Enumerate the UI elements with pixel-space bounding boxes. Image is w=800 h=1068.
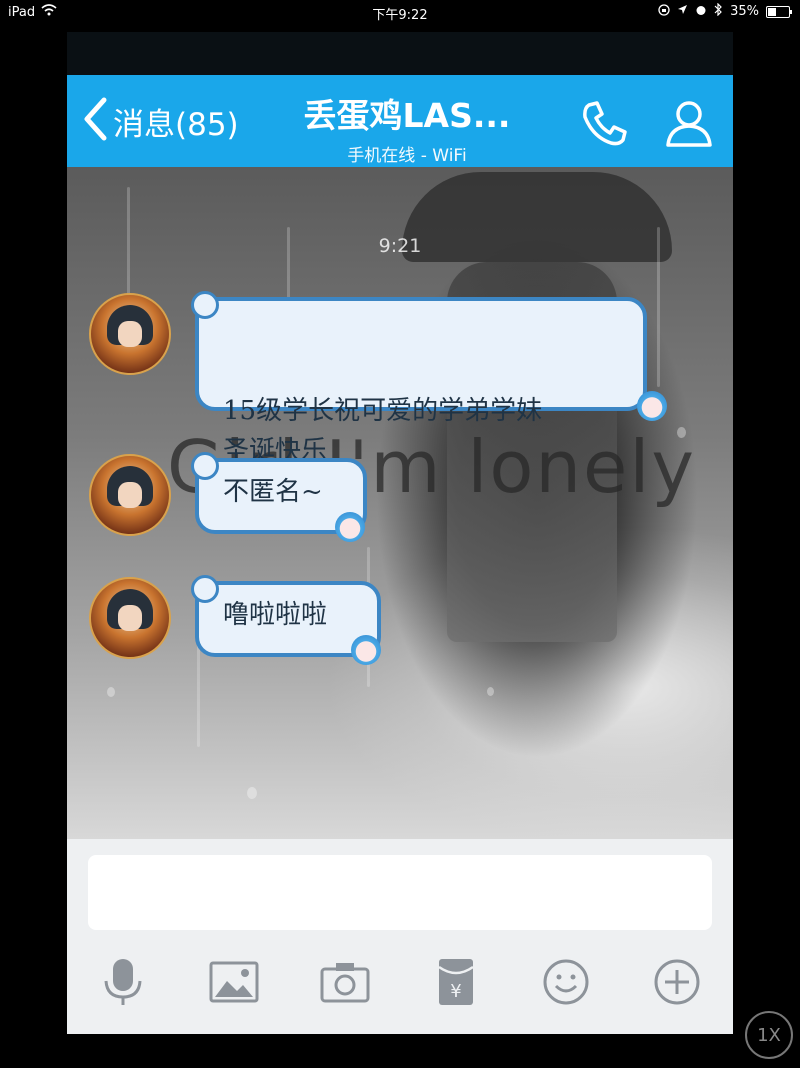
location-icon [677,4,688,19]
composer: ¥ [67,839,733,1034]
emoji-icon[interactable] [538,954,594,1010]
svg-text:¥: ¥ [450,981,461,1002]
rain-drop [247,787,257,799]
message-text: 噜啦啦啦 [223,600,328,630]
rain-streak [197,637,200,747]
chat-app: 消息(85) 丢蛋鸡LAS... 手机在线 - WiFi Girl I'm lo… [67,32,733,1034]
avatar[interactable] [89,454,171,536]
message-bubble[interactable]: 15级学长祝可爱的学弟学妹 圣诞快乐 [191,291,647,466]
avatar[interactable] [89,293,171,375]
contact-status: 手机在线 - WiFi [347,146,467,166]
status-bar: iPad 下午9:22 35% [0,0,800,24]
chevron-left-icon [83,97,107,145]
back-button[interactable]: 消息(85) [83,97,239,145]
message-input[interactable] [88,855,712,930]
phone-icon[interactable] [579,97,631,149]
bluetooth-icon [714,2,723,20]
image-icon[interactable] [206,954,262,1010]
bubble-sticker-icon [335,512,365,542]
contact-name: 丢蛋鸡LAS... [303,96,511,135]
battery-percent: 35% [730,4,759,19]
nav-bar: 消息(85) 丢蛋鸡LAS... 手机在线 - WiFi [67,75,733,167]
red-packet-icon[interactable]: ¥ [428,954,484,1010]
chat-area[interactable]: Girl I'm lonely 9:21 15级学长祝可爱的学弟学妹 圣诞快乐 … [67,167,733,839]
alarm-icon [695,4,707,20]
bubble-sticker-icon [637,391,667,421]
bubble-sticker-icon [351,635,381,665]
battery-icon [766,5,792,18]
camera-icon[interactable] [317,954,373,1010]
message-text: 不匿名~ [223,477,323,507]
conversation-title[interactable]: 丢蛋鸡LAS... 手机在线 - WiFi [257,89,557,166]
plus-icon[interactable] [649,954,705,1010]
avatar[interactable] [89,577,171,659]
rain-drop [487,687,494,696]
microphone-icon[interactable] [95,954,151,1010]
app-top-strip [67,32,733,75]
back-label: 消息(85) [113,106,239,143]
rain-drop [107,687,115,697]
lock-rotation-icon [658,3,670,20]
message-timestamp: 9:21 [378,235,422,257]
profile-icon[interactable] [663,97,715,149]
input-toolbar: ¥ [67,954,733,1014]
zoom-toggle-button[interactable]: 1X [745,1011,793,1059]
